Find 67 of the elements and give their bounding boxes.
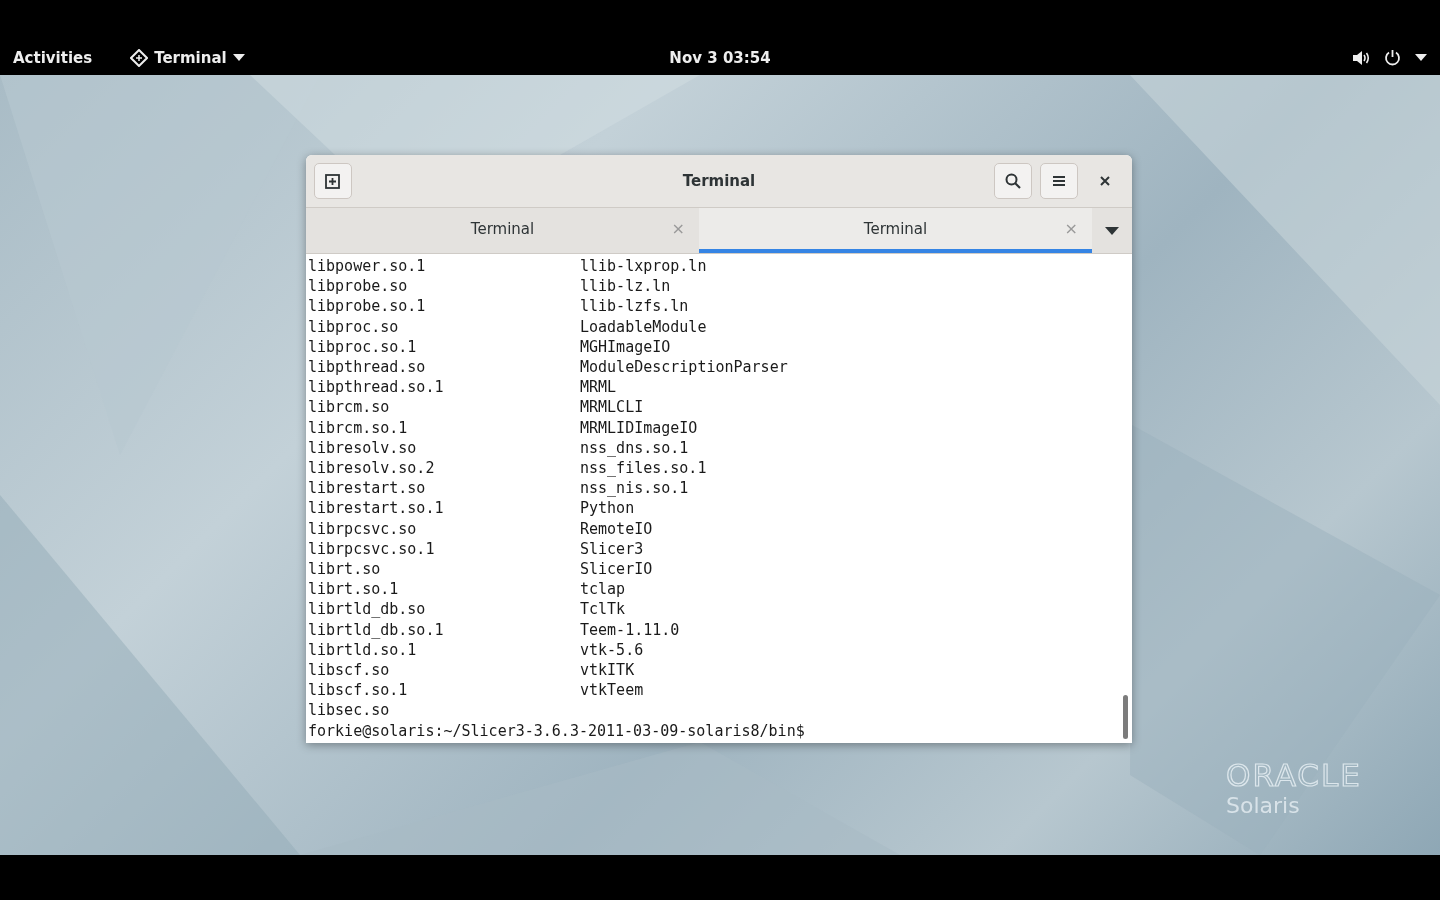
file-name: libproc.so.1	[308, 336, 417, 357]
file-name: tclap	[580, 579, 626, 600]
new-tab-icon	[324, 172, 342, 190]
activities-button[interactable]: Activities	[13, 48, 93, 67]
brand-logo: ORACLE	[1226, 757, 1362, 793]
window-title: Terminal	[682, 172, 756, 190]
new-tab-button[interactable]	[314, 163, 352, 199]
file-name: llib-lxprop.ln	[580, 256, 707, 277]
file-name: libresolv.so	[308, 437, 417, 459]
file-name: librtld_db.so.1	[308, 619, 444, 640]
file-name: nss_files.so.1	[580, 458, 707, 479]
file-name: Slicer3	[580, 538, 644, 560]
file-name: Teem-1.11.0	[580, 619, 680, 640]
file-name: Python	[580, 498, 635, 519]
file-name: libscf.so.1	[308, 680, 408, 701]
search-button[interactable]	[994, 163, 1032, 199]
file-name: librcm.so.1	[308, 417, 408, 438]
file-name: MRMLCLI	[580, 397, 644, 418]
file-name: librpcsvc.so	[308, 518, 417, 539]
file-name: librpcsvc.so.1	[308, 538, 435, 560]
caret-icon[interactable]	[1415, 54, 1427, 61]
file-name: llib-lzfs.ln	[580, 296, 689, 317]
file-name: SlicerIO	[580, 559, 653, 580]
file-name: librt.so.1	[308, 579, 399, 600]
file-name: librestart.so.1	[308, 498, 444, 519]
file-name: libprobe.so.1	[308, 296, 426, 317]
shell-prompt: forkie@solaris:~/Slicer3-3.6.3-2011-03-09-solaris8/bin$	[308, 721, 805, 740]
tab[interactable]: Terminal ×	[699, 208, 1092, 253]
file-name: libproc.so	[308, 316, 399, 337]
menu-button[interactable]	[1040, 163, 1078, 199]
file-name: MRMLIDImageIO	[580, 417, 698, 438]
app-diamond-icon	[130, 48, 149, 67]
file-name: ModuleDescriptionParser	[580, 357, 788, 378]
file-name: LoadableModule	[580, 316, 707, 337]
file-name: librtld_db.so	[308, 599, 426, 620]
search-icon	[1004, 172, 1022, 190]
close-icon	[1099, 175, 1111, 187]
file-name: libpthread.so.1	[308, 377, 444, 398]
caret-icon	[1105, 226, 1119, 235]
file-name: libresolv.so.2	[308, 458, 435, 479]
file-name: libpower.so.1	[308, 256, 426, 277]
file-name: MGHImageIO	[580, 336, 671, 357]
volume-icon[interactable]	[1352, 49, 1370, 66]
caret-icon	[232, 54, 245, 61]
menu-icon	[1052, 175, 1066, 187]
file-name: librt.so	[308, 559, 381, 580]
file-name: vtkTeem	[580, 680, 644, 701]
file-name: MRML	[580, 377, 617, 398]
file-name: libsec.so	[308, 700, 390, 721]
file-name: llib-lz.ln	[580, 276, 671, 297]
file-name: RemoteIO	[580, 518, 653, 539]
file-name: librestart.so	[308, 478, 426, 499]
app-menu[interactable]: Terminal	[154, 48, 227, 67]
scrollbar-thumb[interactable]	[1123, 695, 1128, 739]
product-name: Solaris	[1226, 793, 1300, 818]
file-name: vtkITK	[580, 660, 635, 681]
file-name: libpthread.so	[308, 357, 426, 378]
file-name: nss_dns.so.1	[580, 437, 689, 459]
file-name: librcm.so	[308, 397, 390, 418]
file-name: TclTk	[580, 599, 626, 620]
file-name: libscf.so	[308, 660, 390, 681]
power-icon[interactable]	[1384, 49, 1401, 66]
file-name: nss_nis.so.1	[580, 478, 689, 499]
clock[interactable]: Nov 3 03:54	[669, 48, 771, 67]
file-name: vtk-5.6	[580, 639, 644, 661]
file-name: libprobe.so	[308, 276, 408, 297]
file-name: librtld.so.1	[308, 639, 417, 661]
